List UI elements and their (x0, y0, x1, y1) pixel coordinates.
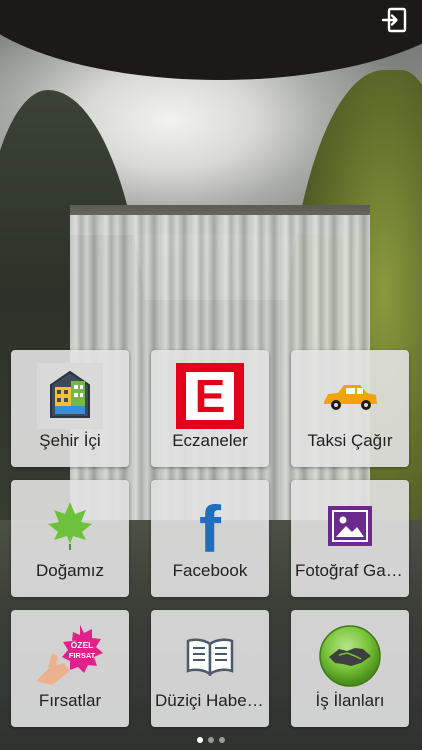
logout-button[interactable] (380, 6, 408, 34)
tile-label: Fırsatlar (38, 691, 102, 710)
tile-sehir-ici[interactable]: Şehir İçi (11, 350, 129, 467)
handshake-icon (300, 622, 400, 690)
tile-facebook[interactable]: f Facebook (151, 480, 269, 597)
tile-is-ilanlari[interactable]: İş İlanları (291, 610, 409, 727)
leaf-icon (20, 492, 120, 560)
special-offer-icon: ÖZEL FIRSAT (20, 622, 120, 690)
tile-label: Şehir İçi (39, 431, 101, 450)
svg-text:FIRSAT: FIRSAT (69, 651, 96, 660)
tile-eczaneler[interactable]: E Eczaneler (151, 350, 269, 467)
tile-label: Düziçi Haberleri (155, 691, 265, 710)
open-book-icon (160, 622, 260, 690)
svg-text:E: E (195, 370, 226, 422)
tile-label: Eczaneler (172, 431, 248, 450)
page-dot[interactable] (197, 737, 203, 743)
tile-taksi-cagir[interactable]: Taksi Çağır (291, 350, 409, 467)
tile-label: Doğamız (35, 561, 105, 580)
tile-firsatlar[interactable]: ÖZEL FIRSAT Fırsatlar (11, 610, 129, 727)
page-dot[interactable] (219, 737, 225, 743)
page-dot[interactable] (208, 737, 214, 743)
menu-grid: Şehir İçi E Eczaneler Taksi Çağır Doğamı… (11, 350, 409, 727)
page-indicator (0, 737, 422, 743)
logout-icon (381, 7, 407, 33)
svg-text:ÖZEL: ÖZEL (71, 640, 94, 650)
tile-label: Fotoğraf Galerisi (295, 561, 405, 580)
taxi-car-icon (300, 362, 400, 430)
tile-label: Facebook (172, 561, 248, 580)
tile-duzici-haberleri[interactable]: Düziçi Haberleri (151, 610, 269, 727)
facebook-icon: f (160, 492, 260, 560)
svg-text:f: f (199, 496, 222, 556)
tile-fotograf-galerisi[interactable]: Fotoğraf Galerisi (291, 480, 409, 597)
tile-dogamiz[interactable]: Doğamız (11, 480, 129, 597)
tile-label: İş İlanları (315, 691, 385, 710)
photo-gallery-icon (300, 492, 400, 560)
city-buildings-icon (20, 362, 120, 430)
pharmacy-e-icon: E (160, 362, 260, 430)
tile-label: Taksi Çağır (307, 431, 393, 450)
